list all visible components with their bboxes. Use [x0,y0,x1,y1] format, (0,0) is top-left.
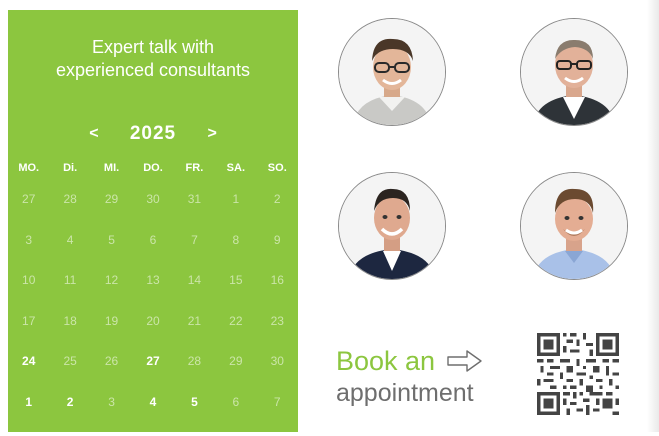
calendar-day-available[interactable]: 4 [132,395,173,409]
book-text-line2: appointment [336,379,474,407]
calendar-week: 27 28 29 30 31 1 2 [8,192,298,233]
weekday-header: MO. Di. MI. DO. FR. SA. SO. [8,162,298,178]
weekday-di: Di. [63,162,78,174]
weekday-do: DO. [143,162,163,174]
calendar-day: 25 [63,354,77,369]
calendar-day: 6 [232,394,240,409]
calendar-day-available[interactable]: 24 [8,354,49,368]
calendar-day: 11 [63,273,77,288]
calendar-day: 29 [104,192,119,206]
calendar-day: 13 [146,273,160,288]
weekday-fr: FR. [185,162,204,174]
calendar-day: 27 [22,192,36,206]
calendar-day: 21 [187,313,202,328]
calendar-day: 28 [187,354,202,369]
calendar-day: 19 [104,313,119,328]
person-icon [521,19,627,125]
calendar-day: 17 [22,313,36,328]
calendar-title-line1: Expert talk with [91,37,215,57]
consultant-avatar-1 [338,18,446,126]
calendar-day: 26 [104,354,119,369]
calendar-day: 8 [232,232,240,247]
calendar-day: 14 [187,273,202,288]
weekday-mi: MI. [103,162,120,174]
calendar-week: 10 11 12 13 14 15 16 [8,273,298,314]
person-icon [521,173,627,279]
calendar-day: 15 [229,273,243,288]
qr-code-icon[interactable] [537,333,619,415]
calendar-day: 6 [149,232,157,247]
weekday-so: SO. [267,162,287,174]
weekday-sa: SA. [226,162,246,174]
calendar-grid: 27 28 29 30 31 1 2 3 4 5 6 7 8 9 10 11 1… [8,192,298,436]
right-edge-shadow [647,0,659,432]
calendar-day: 31 [187,192,202,206]
calendar-day: 1 [232,192,240,206]
person-icon [339,173,445,279]
calendar-day: 10 [22,273,36,288]
book-text-line1: Book an [336,346,436,376]
calendar-day-available[interactable]: 27 [132,354,173,368]
calendar-day: 5 [108,232,115,247]
book-line1: Book an [336,346,483,376]
calendar-week: 3 4 5 6 7 8 9 [8,233,298,274]
calendar-day: 2 [273,192,281,206]
next-year-button[interactable]: > [202,125,222,143]
calendar-day: 9 [273,232,281,247]
year-label: 2025 [129,123,177,144]
consultant-avatar-2 [520,18,628,126]
calendar-day-available[interactable]: 1 [8,395,49,409]
calendar-panel: Expert talk with experienced consultants… [8,10,298,432]
weekday-mo: MO. [18,162,40,174]
calendar-week: 1 2 3 4 5 6 7 [8,395,298,436]
calendar-week: 17 18 19 20 21 22 23 [8,314,298,355]
calendar-day: 23 [270,313,284,328]
calendar-day: 30 [146,192,160,206]
calendar-title: Expert talk with experienced consultants [8,36,298,82]
calendar-day: 28 [63,192,77,206]
calendar-day: 4 [66,232,74,247]
calendar-day: 7 [191,232,198,247]
arrow-right-outline-icon [447,350,482,372]
book-appointment-link[interactable]: Book an appointment [336,346,483,408]
year-selector: < 2025 > [8,122,298,146]
prev-year-button[interactable]: < [84,125,104,143]
calendar-day: 12 [104,273,119,288]
calendar-day: 30 [270,354,284,369]
calendar-day: 20 [146,313,160,328]
calendar-day: 16 [270,273,284,288]
calendar-title-line2: experienced consultants [55,60,251,80]
calendar-day: 22 [229,313,243,328]
calendar-day: 3 [25,232,33,247]
booking-card: Expert talk with experienced consultants… [0,0,659,432]
calendar-day-available[interactable]: 5 [174,395,215,409]
calendar-day: 3 [108,394,115,409]
calendar-week: 24 25 26 27 28 29 30 [8,354,298,395]
calendar-day-available[interactable]: 2 [49,395,90,409]
calendar-day: 18 [63,313,77,328]
consultant-avatar-3 [338,172,446,280]
top-edge [0,0,659,10]
consultant-avatar-4 [520,172,628,280]
calendar-day: 29 [229,354,243,369]
person-icon [339,19,445,125]
calendar-day: 7 [273,394,281,409]
